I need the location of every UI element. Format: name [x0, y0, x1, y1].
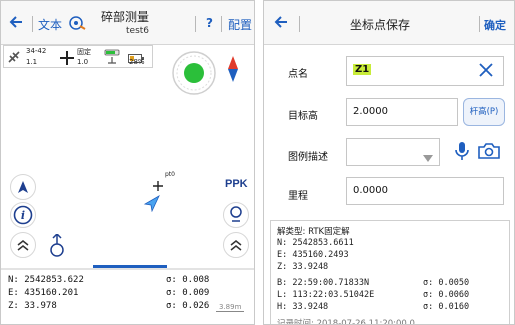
divider [32, 16, 33, 32]
record-time-value: 记录时间: 2018-07-26 11:20:00.0 [277, 319, 415, 325]
point-name-label: 点名 [288, 69, 308, 80]
mileage-field[interactable]: 0.0000 [346, 177, 504, 205]
sigma-n-value: σ: 0.008 [166, 275, 210, 285]
confirm-button[interactable]: 确定 [484, 17, 506, 33]
easting-value: E: 435160.2493 [277, 250, 349, 260]
point-label: pt0 [165, 171, 175, 178]
save-point-screen: 坐标点保存 确定 点名 Z1 目标高 2.0000 杆高(P) 图例描述 里程 … [263, 0, 515, 325]
page-title: 碎部测量 [101, 10, 150, 24]
sigma-b-value: σ: 0.0050 [423, 278, 470, 288]
fix-status: 固定 [77, 48, 91, 56]
page-indicator [121, 319, 141, 324]
survey-screen: 文本 碎部测量 test6 ? 配置 34-42 1.1 固定 1.0 28% … [0, 0, 255, 325]
satellite-count: 34-42 [26, 47, 47, 55]
easting-value: E: 435160.201 [8, 288, 79, 298]
config-button[interactable]: 配置 [228, 16, 252, 33]
expand-up-button[interactable] [10, 232, 36, 258]
back-icon[interactable] [272, 13, 290, 35]
elevation-value: Z: 33.978 [8, 301, 57, 311]
microphone-icon[interactable] [455, 141, 469, 165]
camera-icon[interactable] [478, 143, 500, 163]
point-name-value: Z1 [353, 64, 372, 75]
sigma-e-value: σ: 0.009 [166, 288, 210, 298]
divider [299, 16, 300, 32]
survey-titlebar: 文本 碎部测量 test6 ? 配置 [1, 1, 254, 45]
elevation-value: Z: 33.9248 [277, 262, 329, 272]
target-height-label: 目标高 [288, 111, 318, 122]
survey-map[interactable]: pt0 i PPK [1, 68, 254, 268]
divider [195, 16, 196, 32]
page-title: 坐标点保存 [350, 18, 411, 32]
navigate-button[interactable] [10, 174, 36, 200]
point-marker-icon [153, 176, 163, 195]
map-scale: 3.89m [216, 303, 245, 312]
info-button[interactable]: i [10, 202, 36, 228]
age-value: 1.0 [77, 58, 89, 66]
text-mode-button[interactable]: 文本 [38, 16, 62, 33]
solution-type: 解类型: RTK固定解 [277, 227, 350, 237]
latitude-value: B: 22:59:00.71833N [277, 278, 370, 288]
project-name: test6 [126, 26, 150, 36]
divider [221, 16, 222, 32]
northing-value: N: 2542853.6611 [277, 238, 354, 248]
back-icon[interactable] [7, 13, 25, 35]
target-height-field[interactable]: 2.0000 [346, 98, 458, 126]
help-button[interactable]: ? [206, 16, 213, 30]
longitude-value: L: 113:22:03.51042E [277, 290, 375, 300]
dropdown-arrow-icon[interactable] [423, 148, 433, 167]
solution-info-panel: 解类型: RTK固定解 N: 2542853.6611 E: 435160.24… [270, 220, 510, 325]
satellite-icon [7, 49, 21, 68]
divider [479, 16, 480, 32]
height-value: H: 33.9248 [277, 302, 329, 312]
svg-text:i: i [21, 209, 25, 222]
cloud-sync-icon[interactable] [67, 14, 87, 36]
coordinate-panel: N: 2542853.622 E: 435160.201 Z: 33.978 σ… [1, 268, 254, 324]
stakeout-button[interactable] [223, 202, 249, 228]
sigma-h-value: σ: 0.0160 [423, 302, 470, 312]
gnss-status-bar[interactable]: 34-42 1.1 固定 1.0 28% [3, 45, 153, 68]
current-position-icon [143, 194, 161, 216]
sigma-z-value: σ: 0.026 [166, 301, 210, 311]
legend-description-label: 图例描述 [288, 152, 328, 163]
battery-level: 28% [129, 58, 145, 66]
pdop-value: 1.1 [26, 58, 38, 66]
save-titlebar: 坐标点保存 确定 [264, 1, 514, 45]
mileage-label: 里程 [288, 191, 308, 202]
radio-signal-icon [103, 48, 121, 70]
northing-value: N: 2542853.622 [8, 275, 84, 285]
sigma-l-value: σ: 0.0060 [423, 290, 470, 300]
pole-height-button[interactable]: 杆高(P) [463, 98, 505, 126]
clear-icon[interactable] [478, 62, 494, 82]
crosshair-icon [60, 50, 74, 69]
ppk-button[interactable]: PPK [225, 178, 248, 190]
collapse-button[interactable] [223, 232, 249, 258]
survey-pole-icon[interactable] [49, 232, 65, 262]
